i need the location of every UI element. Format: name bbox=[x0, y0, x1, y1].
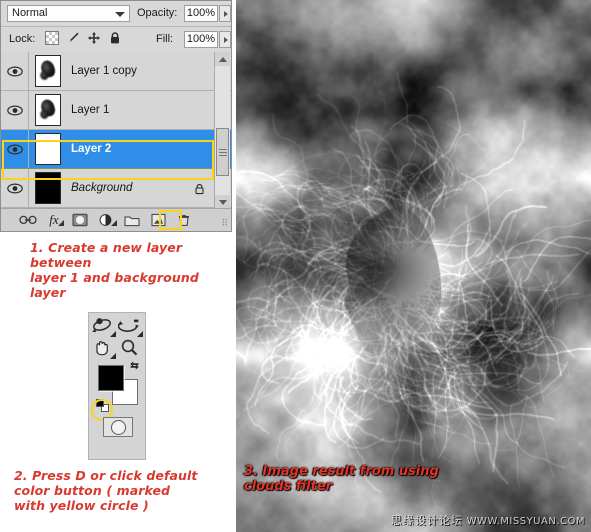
layer-name: Background bbox=[71, 182, 133, 194]
hand-tool-icon[interactable] bbox=[91, 338, 117, 360]
watermark: 思缘设计论坛 WWW.MISSYUAN.COM bbox=[391, 512, 585, 528]
fill-slider-button[interactable] bbox=[219, 31, 231, 48]
layer-name: Layer 1 copy bbox=[71, 65, 137, 77]
opacity-label: Opacity: bbox=[137, 7, 178, 19]
lock-all-icon[interactable] bbox=[108, 31, 122, 45]
opacity-slider-button[interactable] bbox=[219, 5, 231, 22]
result-image: 3. Image result from using clouds filter… bbox=[236, 0, 591, 532]
blend-mode-select[interactable]: Normal bbox=[7, 5, 130, 22]
caption-step-2: 2. Press D or click default color button… bbox=[14, 468, 198, 513]
layer-thumbnail[interactable] bbox=[35, 172, 61, 204]
watermark-url: WWW.MISSYUAN.COM bbox=[466, 516, 585, 527]
layer-row[interactable]: Background bbox=[1, 169, 231, 208]
layers-panel-toolbar: fx ⠿ bbox=[1, 208, 231, 231]
quick-mask-circle bbox=[110, 419, 126, 435]
layer-row[interactable]: Layer 1 bbox=[1, 91, 231, 130]
caption-step-1: 1. Create a new layer between layer 1 an… bbox=[30, 240, 199, 300]
layer-visibility-toggle[interactable] bbox=[1, 169, 29, 207]
layer-name: Layer 1 bbox=[71, 104, 110, 116]
link-layers-icon[interactable] bbox=[15, 210, 41, 230]
resize-grip-icon[interactable]: ⠿ bbox=[221, 218, 228, 229]
tutorial-screenshot: Normal Opacity: 100% Lock: Fill: 100% La… bbox=[0, 0, 591, 532]
left-instructions-column: Normal Opacity: 100% Lock: Fill: 100% La… bbox=[0, 0, 236, 532]
layer-list: Layer 1 copy Layer 1 Layer 2 Background bbox=[1, 52, 231, 209]
tool-grid bbox=[91, 316, 145, 360]
lock-icon-group bbox=[45, 31, 122, 45]
layer-visibility-toggle[interactable] bbox=[1, 91, 29, 129]
lock-label: Lock: bbox=[9, 33, 36, 45]
opacity-input[interactable]: 100% bbox=[184, 5, 218, 22]
layer-thumbnail[interactable] bbox=[35, 94, 61, 126]
layers-panel: Normal Opacity: 100% Lock: Fill: 100% La… bbox=[0, 0, 232, 232]
layer-row[interactable]: Layer 1 copy bbox=[1, 52, 231, 91]
roll-3d-tool-icon[interactable] bbox=[117, 316, 144, 338]
clouds-smoke-artwork bbox=[236, 0, 591, 532]
tools-palette bbox=[88, 312, 146, 460]
layer-thumbnail[interactable] bbox=[35, 55, 61, 87]
layer-locked-icon bbox=[194, 182, 205, 195]
layers-scrollbar[interactable] bbox=[214, 52, 230, 209]
layer-visibility-toggle[interactable] bbox=[1, 130, 29, 168]
layer-row[interactable]: Layer 2 bbox=[1, 130, 231, 169]
scroll-down-icon[interactable] bbox=[215, 195, 230, 209]
new-group-icon[interactable] bbox=[119, 210, 145, 230]
layer-thumbnail[interactable] bbox=[35, 133, 61, 165]
swap-colors-icon[interactable] bbox=[128, 359, 141, 372]
caption-step-3: 3. Image result from using clouds filter bbox=[244, 464, 439, 494]
layer-style-fx-icon[interactable]: fx bbox=[41, 210, 67, 230]
zoom-tool-icon[interactable] bbox=[118, 338, 144, 360]
fill-input[interactable]: 100% bbox=[184, 31, 218, 48]
lock-image-pixels-icon[interactable] bbox=[66, 31, 80, 45]
lock-fill-row: Lock: Fill: 100% bbox=[1, 27, 231, 53]
layer-name: Layer 2 bbox=[71, 143, 112, 155]
new-adjustment-layer-icon[interactable] bbox=[93, 210, 119, 230]
rotate-3d-tool-icon[interactable] bbox=[91, 316, 117, 338]
blend-opacity-row: Normal Opacity: 100% bbox=[1, 1, 231, 27]
foreground-color-swatch[interactable] bbox=[98, 365, 124, 391]
chevron-down-icon bbox=[115, 12, 125, 17]
blend-mode-value: Normal bbox=[12, 7, 48, 19]
lock-position-icon[interactable] bbox=[87, 31, 101, 45]
layer-visibility-toggle[interactable] bbox=[1, 52, 29, 90]
scrollbar-thumb[interactable] bbox=[216, 128, 229, 176]
fill-label: Fill: bbox=[156, 33, 174, 45]
add-layer-mask-icon[interactable] bbox=[67, 210, 93, 230]
watermark-cn: 思缘设计论坛 bbox=[390, 514, 463, 527]
scroll-up-icon[interactable] bbox=[215, 52, 230, 66]
new-layer-button-highlight bbox=[159, 210, 182, 230]
quick-mask-mode-icon[interactable] bbox=[103, 417, 133, 437]
lock-transparency-icon[interactable] bbox=[45, 31, 59, 45]
